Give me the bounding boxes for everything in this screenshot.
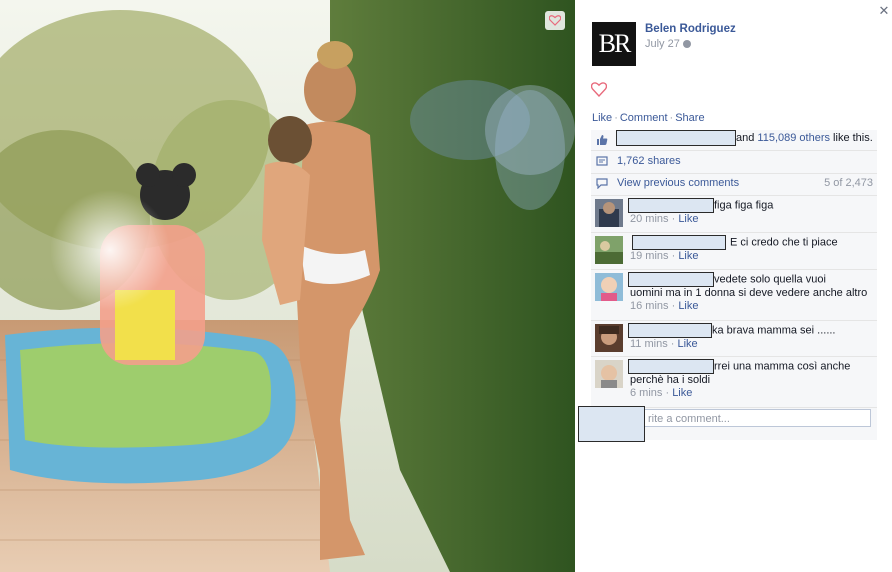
comment-meta: 19 mins · Like (630, 250, 699, 262)
avatar[interactable]: BR (592, 22, 636, 66)
comment-text: E ci credo che ti piace (730, 236, 838, 249)
comment-body: figa figa figa 20 mins · Like (628, 198, 875, 226)
redacted-name (628, 359, 714, 374)
comment-link[interactable]: Comment (620, 112, 668, 124)
comment-input[interactable]: rite a comment... (643, 409, 871, 427)
redacted-names (616, 130, 736, 146)
comment-text-line2: uomini ma in 1 donna si deve vedere anch… (630, 287, 868, 299)
comment-like-link[interactable]: Like (677, 338, 697, 350)
redacted-name (632, 235, 726, 250)
comment-like-link[interactable]: Like (678, 250, 698, 262)
view-previous-link[interactable]: View previous comments (617, 177, 739, 189)
comment-text: rrei una mamma così anche (714, 360, 851, 373)
comment-count: 5 of 2,473 (824, 177, 873, 189)
comment-body: vedete solo quella vuoi uomini ma in 1 d… (628, 272, 875, 313)
share-icon (596, 156, 608, 166)
heart-icon (549, 15, 561, 26)
comment-body: E ci credo che ti piace 19 mins · Like (630, 235, 875, 263)
comment-body: rrei una mamma così anche perchè ha i so… (628, 359, 875, 400)
share-link[interactable]: Share (675, 112, 704, 124)
shares-link[interactable]: 1,762 shares (617, 155, 681, 167)
comment-time[interactable]: 6 mins (630, 387, 662, 399)
comment-item: figa figa figa 20 mins · Like (591, 196, 877, 233)
comment-time[interactable]: 16 mins (630, 300, 669, 312)
comment-meta: 20 mins · Like (630, 213, 699, 225)
post-photo[interactable] (0, 0, 575, 572)
avatar-text: BR (598, 29, 632, 58)
comment-time[interactable]: 11 mins (630, 338, 668, 350)
separator: · (614, 112, 618, 124)
commenter-avatar[interactable] (595, 273, 623, 301)
comment-text: ka brava mamma sei ...... (712, 324, 836, 337)
comment-like-link[interactable]: Like (672, 387, 692, 399)
comment-item: vedete solo quella vuoi uomini ma in 1 d… (591, 270, 877, 321)
view-previous-row: View previous comments 5 of 2,473 (591, 174, 877, 196)
commenter-avatar[interactable] (595, 199, 623, 227)
thumbs-up-icon (597, 135, 608, 145)
close-icon[interactable]: ✕ (878, 4, 890, 18)
post-date: July 27 (645, 38, 691, 50)
redacted-name (628, 272, 714, 287)
globe-icon (682, 40, 691, 48)
like-link[interactable]: Like (592, 112, 612, 124)
post-actions: Like · Comment · Share (592, 112, 705, 124)
comment-like-link[interactable]: Like (678, 213, 698, 225)
comment-text: figa figa figa (714, 199, 774, 212)
comment-meta: 16 mins · Like (630, 300, 699, 312)
comment-like-link[interactable]: Like (678, 300, 698, 312)
comment-item: rrei una mamma così anche perchè ha i so… (591, 357, 877, 408)
comment-time[interactable]: 20 mins (630, 213, 669, 225)
comment-item: E ci credo che ti piace 19 mins · Like (591, 233, 877, 270)
redacted-avatar (578, 406, 645, 442)
likes-suffix: like this. (830, 131, 873, 144)
likes-row: and 115,089 others like this. (591, 130, 877, 151)
photo-like-button[interactable] (545, 11, 565, 30)
commenter-avatar[interactable] (595, 324, 623, 352)
commenter-avatar[interactable] (595, 360, 623, 388)
comment-body: ka brava mamma sei ...... 11 mins · Like (628, 323, 875, 351)
comment-item: ka brava mamma sei ...... 11 mins · Like (591, 321, 877, 357)
author-name[interactable]: Belen Rodriguez (645, 23, 736, 35)
comment-meta: 11 mins · Like (630, 338, 698, 350)
likes-prefix: and (736, 131, 758, 144)
heart-icon[interactable] (590, 82, 608, 100)
comment-text-line2: perchè ha i soldi (630, 374, 711, 386)
redacted-name (628, 323, 712, 338)
photo-illustration (0, 0, 575, 572)
comment-time[interactable]: 19 mins (630, 250, 669, 262)
comment-icon (596, 178, 608, 189)
commenter-avatar[interactable] (595, 236, 623, 264)
likes-count-link[interactable]: 115,089 others (757, 132, 830, 144)
date-text[interactable]: July 27 (645, 38, 680, 50)
comment-meta: 6 mins · Like (630, 387, 693, 399)
comment-text: vedete solo quella vuoi (714, 273, 826, 286)
redacted-name (628, 198, 714, 213)
shares-row: 1,762 shares (591, 152, 877, 174)
